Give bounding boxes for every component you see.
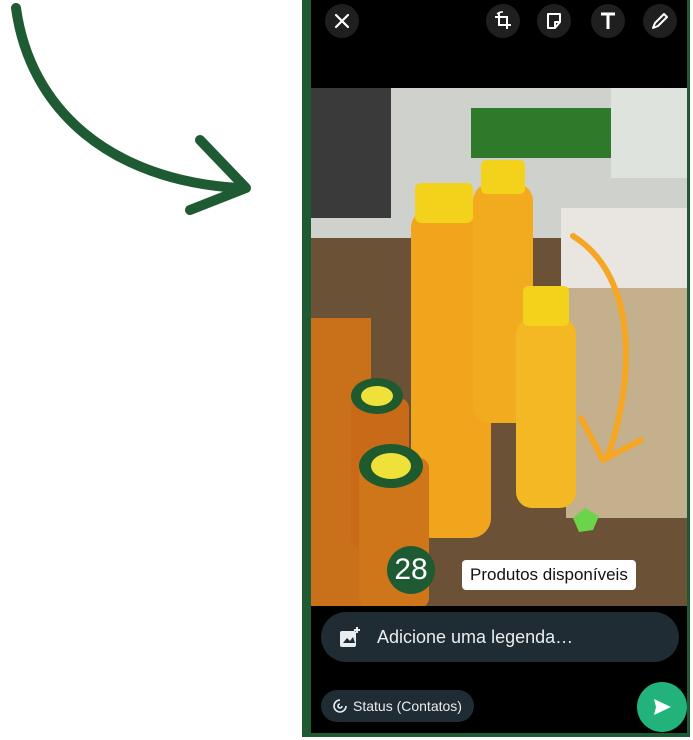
market-photo-image <box>311 88 687 608</box>
audience-label: Status (Contatos) <box>353 698 462 714</box>
caption-input[interactable] <box>375 625 639 649</box>
sticker-icon <box>547 13 561 29</box>
add-media-icon[interactable] <box>339 626 361 648</box>
step-number-badge: 28 <box>387 546 435 594</box>
audience-selector[interactable]: Status (Contatos) <box>321 690 474 722</box>
send-icon <box>654 699 671 715</box>
text-sticker[interactable]: Produtos disponíveis <box>462 560 636 590</box>
text-icon <box>601 12 615 29</box>
phone-frame: ^ 28 Produtos disponíveis Status (Contat… <box>302 0 690 737</box>
pointer-arrow-icon <box>11 3 251 215</box>
status-icon <box>333 699 347 713</box>
close-button[interactable] <box>325 4 359 38</box>
send-button[interactable] <box>637 682 687 732</box>
edited-photo[interactable]: ^ <box>311 88 687 608</box>
pencil-icon <box>652 13 668 29</box>
close-icon <box>334 13 350 29</box>
draw-button[interactable] <box>643 4 677 38</box>
crop-rotate-button[interactable] <box>486 4 520 38</box>
editor-toolbar <box>311 0 687 88</box>
sticker-button[interactable] <box>537 4 571 38</box>
crop-rotate-icon <box>495 11 511 29</box>
text-tool-button[interactable] <box>591 4 625 38</box>
caption-field[interactable] <box>321 612 679 662</box>
